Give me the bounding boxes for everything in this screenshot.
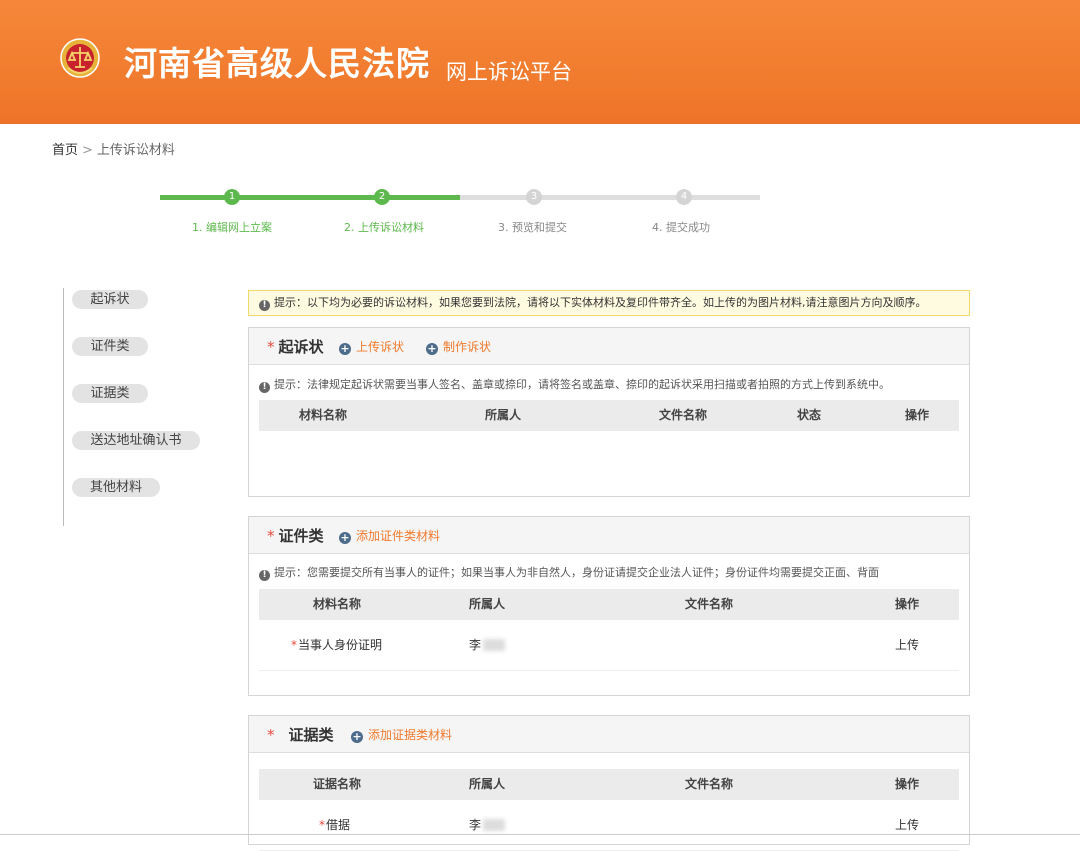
sidebar-item-service-address[interactable]: 送达地址确认书 bbox=[72, 431, 200, 450]
id-docs-title-text: 证件类 bbox=[278, 527, 324, 545]
complaint-table-header: 材料名称 所属人 文件名称 状态 操作 bbox=[259, 400, 959, 431]
make-complaint-label: 制作诉状 bbox=[443, 340, 492, 354]
sidebar-item-evidence[interactable]: 证据类 bbox=[72, 384, 148, 403]
id-docs-title: * 证件类 bbox=[267, 525, 324, 546]
upload-link[interactable]: 上传 bbox=[895, 800, 919, 850]
complaint-panel: * 起诉状 + 上传诉状 + 制作诉状 ! 提示：法律规定起诉状需要当事人签名、盖章或捺… bbox=[248, 327, 970, 497]
owner-cell: 李 bbox=[469, 800, 506, 850]
sidebar-item-complaint[interactable]: 起诉状 bbox=[72, 290, 148, 309]
sidebar-item-id-docs[interactable]: 证件类 bbox=[72, 337, 148, 356]
sidebar-item-other[interactable]: 其他材料 bbox=[72, 478, 160, 497]
evidence-panel: * 证据类 + 添加证据类材料 证据名称 所属人 文件名称 操作 *借据 李 上传 bbox=[248, 715, 970, 851]
info-icon: ! bbox=[259, 382, 270, 393]
id-docs-table-header: 材料名称 所属人 文件名称 操作 bbox=[259, 589, 959, 620]
evidence-title-text: 证据类 bbox=[288, 726, 334, 744]
step-2-dot: 2 bbox=[374, 189, 390, 205]
evidence-name: *借据 bbox=[319, 800, 350, 850]
required-mark: * bbox=[267, 726, 275, 744]
evidence-name-text: 借据 bbox=[326, 818, 351, 832]
column-header: 文件名称 bbox=[685, 597, 734, 611]
id-docs-panel-header: * 证件类 + 添加证件类材料 bbox=[249, 517, 969, 554]
column-header: 操作 bbox=[895, 777, 920, 791]
step-3-dot: 3 bbox=[526, 189, 542, 205]
table-row: *借据 李 上传 bbox=[259, 800, 959, 851]
site-header: 河南省高级人民法院 网上诉讼平台 bbox=[0, 0, 1080, 124]
id-docs-tip: ! 提示：您需要提交所有当事人的证件；如果当事人为非自然人，身份证请提交企业法人证… bbox=[259, 564, 879, 581]
material-name-text: 当事人身份证明 bbox=[298, 638, 383, 652]
required-mark: * bbox=[291, 638, 297, 652]
upload-complaint-label: 上传诉状 bbox=[356, 340, 405, 354]
make-complaint-button[interactable]: + 制作诉状 bbox=[426, 338, 491, 355]
column-header: 状态 bbox=[797, 408, 822, 422]
id-docs-panel: * 证件类 + 添加证件类材料 ! 提示：您需要提交所有当事人的证件；如果当事人为非自… bbox=[248, 516, 970, 696]
plus-icon: + bbox=[339, 342, 351, 355]
redacted-name bbox=[483, 819, 506, 831]
page-bottom-divider bbox=[0, 834, 1080, 835]
step-4-dot: 4 bbox=[676, 189, 692, 205]
column-header: 操作 bbox=[895, 597, 920, 611]
breadcrumb-separator: > bbox=[82, 143, 93, 158]
complaint-panel-header: * 起诉状 + 上传诉状 + 制作诉状 bbox=[249, 328, 969, 365]
column-header: 文件名称 bbox=[685, 777, 734, 791]
column-header: 所属人 bbox=[469, 777, 506, 791]
redacted-name bbox=[483, 639, 506, 651]
complaint-title-text: 起诉状 bbox=[278, 338, 324, 356]
column-header: 所属人 bbox=[469, 597, 506, 611]
info-icon: ! bbox=[259, 300, 270, 311]
table-row: *当事人身份证明 李 上传 bbox=[259, 620, 959, 671]
column-header: 操作 bbox=[905, 408, 930, 422]
evidence-table-header: 证据名称 所属人 文件名称 操作 bbox=[259, 769, 959, 800]
plus-icon: + bbox=[339, 531, 351, 544]
column-header: 材料名称 bbox=[299, 408, 348, 422]
add-evidence-label: 添加证据类材料 bbox=[368, 728, 453, 742]
court-name: 河南省高级人民法院 bbox=[124, 44, 430, 83]
required-mark: * bbox=[267, 527, 275, 545]
step-4-label: 4. 提交成功 bbox=[652, 221, 710, 234]
notice-banner: ! 提示：以下均为必要的诉讼材料，如果您要到法院，请将以下实体材料及复印件带齐全。… bbox=[248, 290, 970, 316]
material-sidebar: 起诉状 证件类 证据类 送达地址确认书 其他材料 bbox=[63, 288, 214, 526]
evidence-title: * 证据类 bbox=[267, 724, 334, 745]
breadcrumb-home-link[interactable]: 首页 bbox=[52, 143, 78, 158]
column-header: 材料名称 bbox=[313, 597, 362, 611]
owner-name: 李 bbox=[469, 638, 482, 652]
step-line-done bbox=[160, 195, 460, 200]
owner-name: 李 bbox=[469, 818, 482, 832]
step-3-label: 3. 预览和提交 bbox=[498, 221, 567, 234]
breadcrumb-current: 上传诉讼材料 bbox=[96, 143, 175, 158]
add-evidence-button[interactable]: + 添加证据类材料 bbox=[351, 726, 452, 743]
plus-icon: + bbox=[426, 342, 438, 355]
notice-text: 提示：以下均为必要的诉讼材料，如果您要到法院，请将以下实体材料及复印件带齐全。如… bbox=[274, 296, 927, 309]
complaint-title: * 起诉状 bbox=[267, 336, 324, 357]
id-docs-tip-text: 提示：您需要提交所有当事人的证件；如果当事人为非自然人，身份证请提交企业法人证件… bbox=[274, 566, 879, 579]
column-header: 所属人 bbox=[485, 408, 522, 422]
step-line-pending bbox=[460, 195, 760, 200]
step-1-label: 1. 编辑网上立案 bbox=[192, 221, 272, 234]
progress-steps: 1 2 3 4 1. 编辑网上立案 2. 上传诉讼材料 3. 预览和提交 4. … bbox=[160, 186, 760, 246]
required-mark: * bbox=[267, 338, 275, 356]
plus-icon: + bbox=[351, 730, 363, 743]
court-emblem-icon bbox=[60, 38, 100, 78]
evidence-panel-header: * 证据类 + 添加证据类材料 bbox=[249, 716, 969, 753]
owner-cell: 李 bbox=[469, 620, 506, 670]
platform-name: 网上诉讼平台 bbox=[446, 60, 572, 84]
material-name: *当事人身份证明 bbox=[291, 620, 382, 670]
step-2-label: 2. 上传诉讼材料 bbox=[344, 221, 424, 234]
info-icon: ! bbox=[259, 570, 270, 581]
breadcrumb: 首页 > 上传诉讼材料 bbox=[52, 139, 175, 158]
column-header: 文件名称 bbox=[659, 408, 708, 422]
step-1-dot: 1 bbox=[224, 189, 240, 205]
required-mark: * bbox=[319, 818, 325, 832]
column-header: 证据名称 bbox=[313, 777, 362, 791]
complaint-tip-text: 提示：法律规定起诉状需要当事人签名、盖章或捺印，请将签名或盖章、捺印的起诉状采用… bbox=[274, 378, 890, 391]
upload-link[interactable]: 上传 bbox=[895, 620, 919, 670]
complaint-tip: ! 提示：法律规定起诉状需要当事人签名、盖章或捺印，请将签名或盖章、捺印的起诉状采… bbox=[259, 376, 890, 393]
add-id-doc-label: 添加证件类材料 bbox=[356, 529, 441, 543]
upload-complaint-button[interactable]: + 上传诉状 bbox=[339, 338, 404, 355]
add-id-doc-button[interactable]: + 添加证件类材料 bbox=[339, 527, 440, 544]
